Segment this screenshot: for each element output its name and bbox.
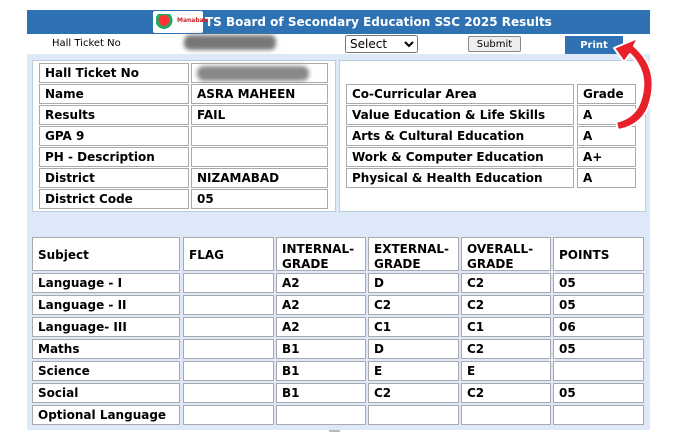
- marks-header-points: POINTS: [553, 237, 644, 271]
- red-arrow-icon: [613, 37, 654, 131]
- subject-cell: Social: [32, 383, 180, 403]
- exam-type-select[interactable]: Select: [345, 35, 418, 53]
- submit-button[interactable]: Submit: [468, 36, 521, 52]
- overall-grade-cell: E: [461, 361, 551, 381]
- ph-description-label: PH - Description: [39, 147, 189, 167]
- internal-grade-cell: B1: [276, 361, 366, 381]
- district-label: District: [39, 168, 189, 188]
- co-curricular-area: Work & Computer Education: [346, 147, 574, 167]
- internal-grade-cell: A2: [276, 295, 366, 315]
- overall-grade-cell: C2: [461, 273, 551, 293]
- co-curricular-grade: A+: [577, 147, 636, 167]
- hall-ticket-label: Hall Ticket No: [52, 38, 121, 49]
- flag-cell: [183, 339, 274, 359]
- external-grade-cell: C2: [368, 295, 459, 315]
- points-cell: 05: [553, 295, 644, 315]
- hall-ticket-input-redacted[interactable]: [184, 35, 276, 50]
- gpa-value: [191, 126, 328, 146]
- subject-cell: Language - II: [32, 295, 180, 315]
- flag-cell: [183, 383, 274, 403]
- scrollbar-thumb[interactable]: [329, 430, 340, 432]
- flag-cell: [183, 317, 274, 337]
- flag-cell: [183, 405, 274, 425]
- overall-grade-cell: C2: [461, 339, 551, 359]
- subject-cell: Language- III: [32, 317, 180, 337]
- overall-grade-cell: C2: [461, 295, 551, 315]
- external-grade-cell: E: [368, 361, 459, 381]
- external-grade-cell: C2: [368, 383, 459, 403]
- overall-grade-cell: [461, 405, 551, 425]
- marks-header-internal-grade: INTERNAL-GRADE: [276, 237, 366, 271]
- district-code-value: 05: [191, 189, 328, 209]
- marks-header-flag: FLAG: [183, 237, 274, 271]
- hall-ticket-label-cell: Hall Ticket No: [39, 63, 189, 83]
- points-cell: 05: [553, 339, 644, 359]
- points-cell: 05: [553, 273, 644, 293]
- page-title: TS Board of Secondary Education SSC 2025…: [205, 15, 552, 29]
- flag-cell: [183, 295, 274, 315]
- points-cell: [553, 361, 644, 381]
- co-curricular-area: Physical & Health Education: [346, 168, 574, 188]
- points-cell: 06: [553, 317, 644, 337]
- subject-cell: Language - I: [32, 273, 180, 293]
- internal-grade-cell: B1: [276, 383, 366, 403]
- external-grade-cell: C1: [368, 317, 459, 337]
- internal-grade-cell: A2: [276, 273, 366, 293]
- subject-cell: Science: [32, 361, 180, 381]
- district-value: NIZAMABAD: [191, 168, 328, 188]
- co-curricular-area: Arts & Cultural Education: [346, 126, 574, 146]
- internal-grade-cell: B1: [276, 339, 366, 359]
- marks-header-subject: Subject: [32, 237, 180, 271]
- logo-icon: [156, 14, 176, 30]
- gpa-label: GPA 9: [39, 126, 189, 146]
- name-value: ASRA MAHEEN: [191, 84, 328, 104]
- external-grade-cell: D: [368, 339, 459, 359]
- points-cell: 05: [553, 383, 644, 403]
- hall-ticket-redacted: [197, 66, 309, 81]
- search-form: Hall Ticket No Select Submit Print: [27, 34, 650, 54]
- co-curricular-grade: A: [577, 168, 636, 188]
- overall-grade-cell: C2: [461, 383, 551, 403]
- co-curricular-area: Value Education & Life Skills: [346, 105, 574, 125]
- marks-header-external-grade: EXTERNAL-GRADE: [368, 237, 459, 271]
- co-curricular-area-header: Co-Curricular Area: [346, 84, 574, 104]
- results-value: FAIL: [191, 105, 328, 125]
- results-label: Results: [39, 105, 189, 125]
- overall-grade-cell: C1: [461, 317, 551, 337]
- ph-description-value: [191, 147, 328, 167]
- points-cell: [553, 405, 644, 425]
- external-grade-cell: D: [368, 273, 459, 293]
- internal-grade-cell: A2: [276, 317, 366, 337]
- subject-cell: Optional Language: [32, 405, 180, 425]
- results-header-bar: Manabadi TS Board of Secondary Education…: [27, 10, 650, 34]
- name-label: Name: [39, 84, 189, 104]
- flag-cell: [183, 361, 274, 381]
- external-grade-cell: [368, 405, 459, 425]
- site-logo: Manabadi: [153, 11, 210, 33]
- flag-cell: [183, 273, 274, 293]
- internal-grade-cell: [276, 405, 366, 425]
- subject-cell: Maths: [32, 339, 180, 359]
- district-code-label: District Code: [39, 189, 189, 209]
- marks-header-overall-grade: OVERALL-GRADE: [461, 237, 551, 271]
